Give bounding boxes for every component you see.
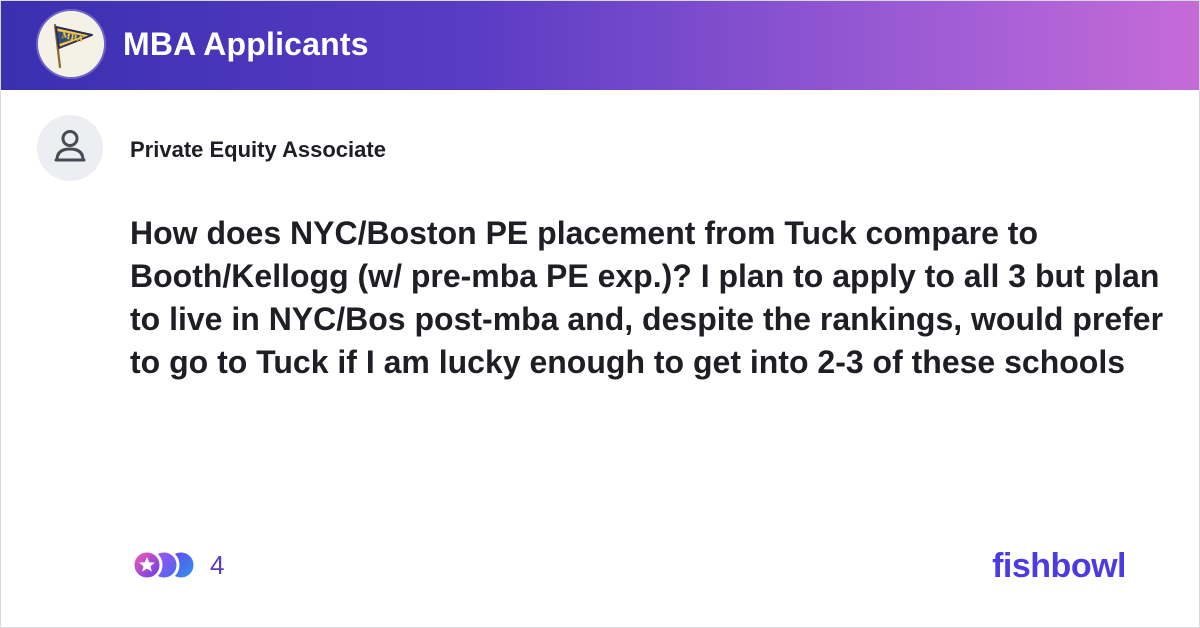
- post-body[interactable]: How does NYC/Boston PE placement from Tu…: [130, 212, 1170, 384]
- fishbowl-logo[interactable]: fishbowl: [992, 544, 1126, 588]
- group-name[interactable]: MBA Applicants: [123, 22, 369, 66]
- pennant-flag-icon: MBA: [38, 11, 104, 77]
- reactions[interactable]: 4: [130, 548, 224, 582]
- avatar[interactable]: [37, 115, 103, 181]
- author-title[interactable]: Private Equity Associate: [130, 136, 386, 164]
- star-reaction-icon: [131, 549, 197, 581]
- reaction-count[interactable]: 4: [210, 548, 224, 582]
- person-icon: [54, 130, 86, 162]
- post-card: MBA MBA Applicants Private Equity Associ…: [0, 0, 1200, 628]
- group-logo: MBA: [38, 11, 104, 77]
- reaction-icons: [130, 548, 198, 582]
- group-header[interactable]: MBA MBA Applicants: [0, 0, 1200, 90]
